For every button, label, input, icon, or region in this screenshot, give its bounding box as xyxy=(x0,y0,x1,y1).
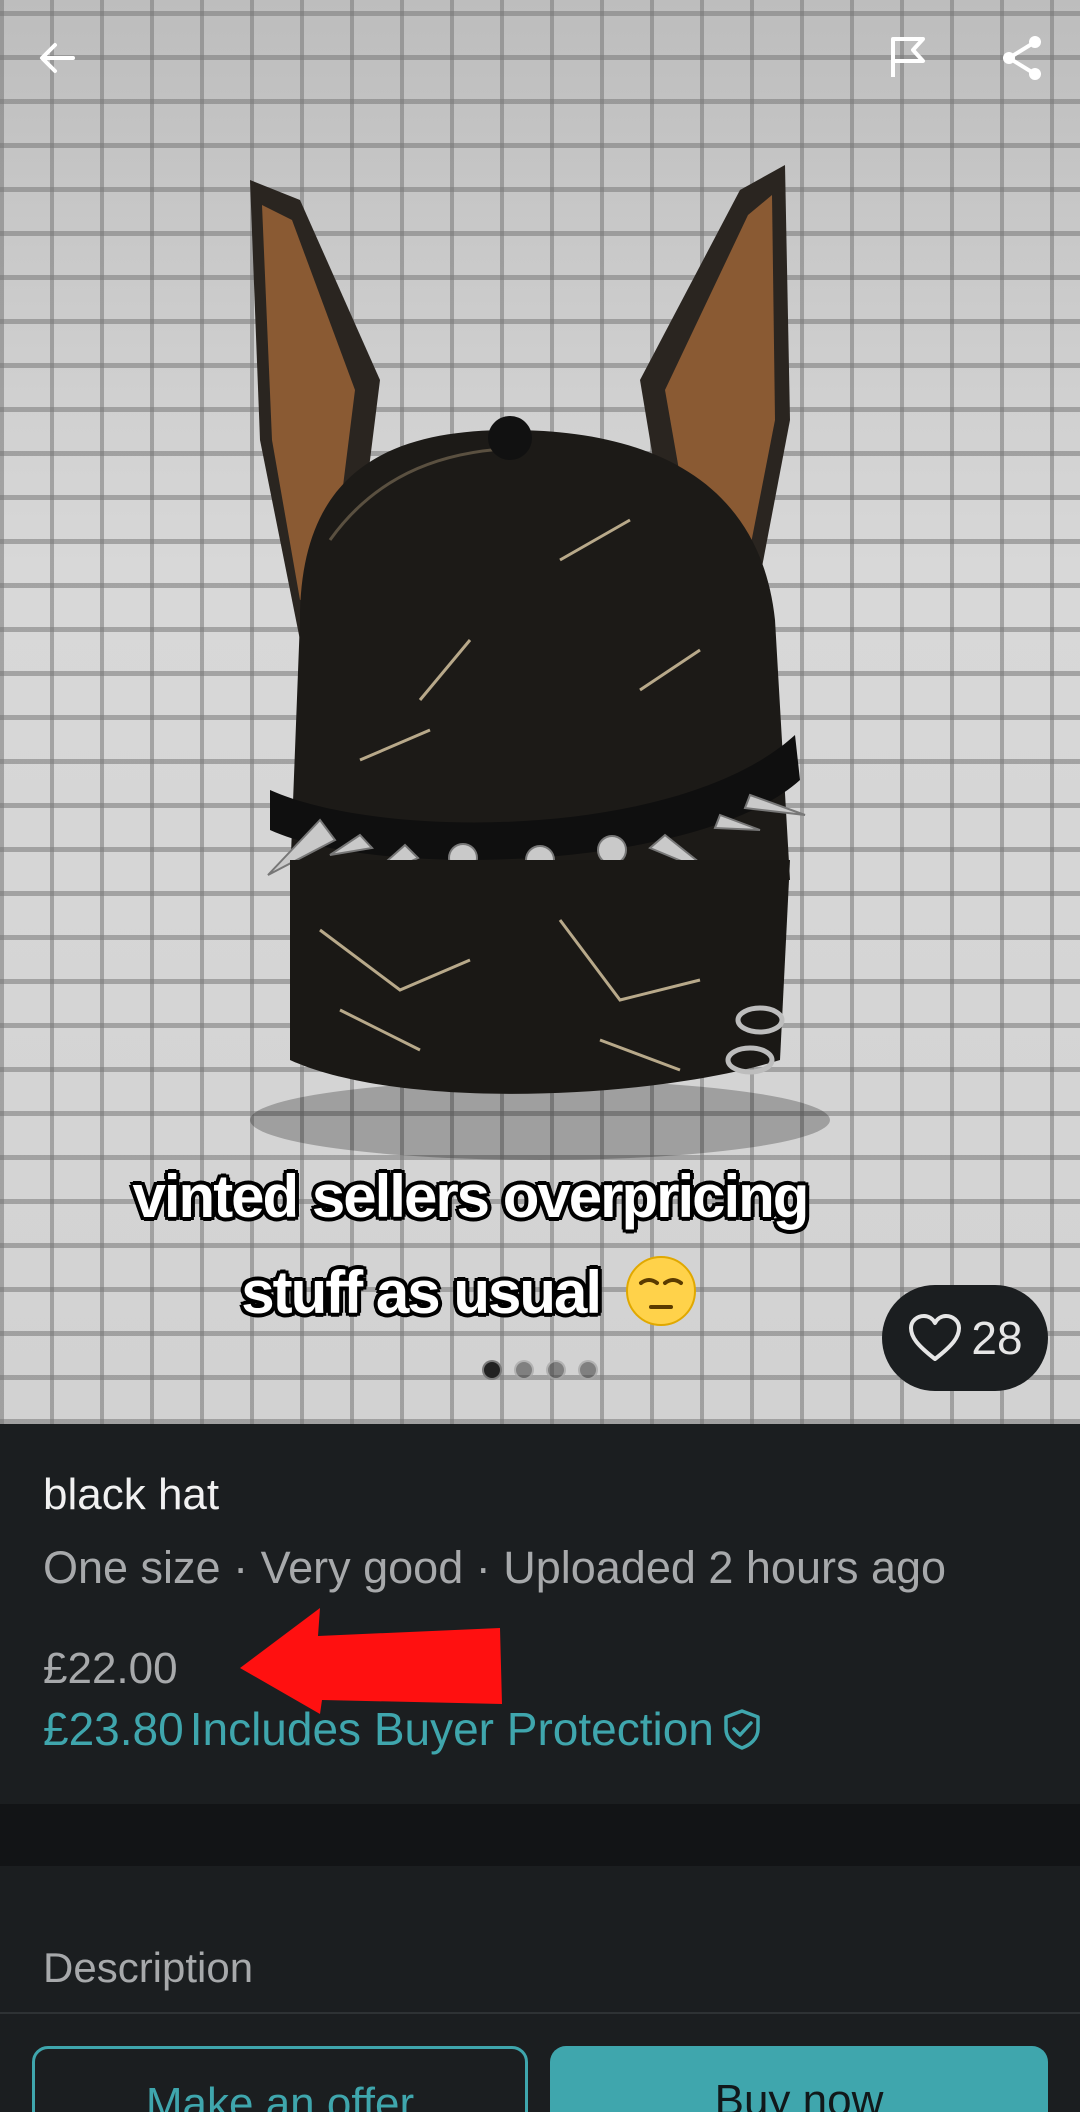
item-price: £22.00 xyxy=(43,1644,178,1693)
share-button[interactable] xyxy=(990,26,1054,90)
share-icon xyxy=(1003,36,1041,80)
pagination-dot[interactable] xyxy=(482,1360,502,1380)
caption-line-1: vinted sellers overpricing xyxy=(132,1163,810,1230)
flag-icon xyxy=(891,37,925,77)
description-section: Description xyxy=(0,1866,1080,2012)
item-title: black hat xyxy=(43,1470,220,1519)
pagination-dot[interactable] xyxy=(578,1360,598,1380)
pagination-dot[interactable] xyxy=(514,1360,534,1380)
favourite-count: 28 xyxy=(971,1312,1023,1364)
report-button[interactable] xyxy=(876,26,940,90)
make-offer-button[interactable]: Make an offer xyxy=(32,2046,528,2112)
action-bar: Make an offer Buy now xyxy=(0,2014,1080,2112)
photo-pagination xyxy=(482,1360,598,1380)
item-photo[interactable]: vinted sellers overpricing stuff as usua… xyxy=(0,0,1080,1424)
relieved-face-emoji xyxy=(625,1256,696,1327)
arrow-left-icon xyxy=(40,43,75,73)
section-separator xyxy=(0,1804,1080,1866)
total-price: £23.80 xyxy=(43,1703,184,1755)
description-label: Description xyxy=(43,1944,254,1991)
caption-line-2-text: stuff as usual xyxy=(241,1259,602,1326)
favourite-button[interactable]: 28 xyxy=(882,1285,1048,1391)
back-button[interactable] xyxy=(26,26,90,90)
buy-now-button[interactable]: Buy now xyxy=(550,2046,1048,2112)
item-meta: One size · Very good · Uploaded 2 hours … xyxy=(43,1542,947,1593)
item-info: black hat One size · Very good · Uploade… xyxy=(0,1424,1080,1804)
red-arrow-annotation xyxy=(240,1608,502,1714)
heart-icon xyxy=(909,1314,962,1361)
shield-check-icon xyxy=(724,1709,760,1750)
pagination-dot[interactable] xyxy=(546,1360,566,1380)
caption-line-2: stuff as usual xyxy=(40,1256,900,1335)
